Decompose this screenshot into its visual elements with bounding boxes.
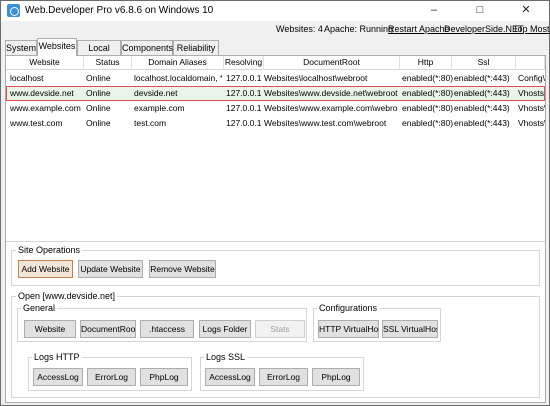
cell-http: enabled(*:80) [402, 88, 454, 98]
logs-ssl-group: Logs SSL AccessLog ErrorLog PhpLog [200, 352, 364, 391]
open-website-button[interactable]: Website [24, 320, 76, 338]
cell-website: www.devside.net [10, 88, 74, 98]
tab-system[interactable]: System [5, 40, 37, 55]
cell-website: www.test.com [10, 118, 63, 128]
open-stats-button: Stats [255, 320, 305, 338]
cell-resolving: 127.0.0.1 [226, 103, 262, 113]
cell-status: Online [86, 88, 111, 98]
site-operations-label: Site Operations [16, 245, 83, 255]
tab-websites[interactable]: Websites [37, 38, 77, 56]
http-virtualhost-button[interactable]: HTTP VirtualHost [318, 320, 379, 338]
logs-ssl-label: Logs SSL [204, 352, 248, 362]
tab-local-dns[interactable]: Local DNS [77, 40, 121, 67]
http-errorlog-button[interactable]: ErrorLog [87, 368, 136, 386]
configurations-group: Configurations HTTP VirtualHost SSL Virt… [313, 303, 441, 342]
http-phplog-button[interactable]: PhpLog [140, 368, 188, 386]
status-links-row: Websites: 4 Apache: Running Restart Apac… [1, 22, 550, 38]
window-title: Web.Developer Pro v6.8.6 on Windows 10 [25, 5, 214, 16]
cell-ssl: enabled(*:443) [454, 103, 510, 113]
maximize-button[interactable]: □ [457, 1, 503, 21]
table-row[interactable]: www.test.com Online test.com 127.0.0.1 W… [6, 116, 545, 131]
cell-documentroot: Websites\www.devside.net\webroot [264, 88, 398, 98]
app-logo-icon [7, 4, 20, 17]
websites-panel: Website Status Domain Aliases Resolving … [5, 55, 546, 403]
configurations-label: Configurations [317, 303, 380, 313]
cell-status: Online [86, 118, 111, 128]
open-htaccess-button[interactable]: .htaccess [140, 320, 194, 338]
open-documentroot-button[interactable]: DocumentRoot [80, 320, 136, 338]
site-operations-group: Site Operations Add Website Update Websi… [11, 245, 540, 286]
restart-apache-link[interactable]: Restart Apache [388, 24, 450, 34]
ssl-phplog-button[interactable]: PhpLog [312, 368, 360, 386]
col-header-extra[interactable] [516, 56, 545, 70]
tab-components[interactable]: Components [121, 40, 173, 55]
col-header-http[interactable]: Http [400, 56, 452, 70]
cell-ssl: enabled(*:443) [454, 73, 510, 83]
open-logs-folder-button[interactable]: Logs Folder [199, 320, 251, 338]
remove-website-button[interactable]: Remove Website [149, 260, 216, 278]
cell-aliases: localhost.localdomain, * [134, 73, 222, 83]
col-header-documentroot[interactable]: DocumentRoot [264, 56, 400, 70]
cell-resolving: 127.0.0.1 [226, 73, 262, 83]
cell-aliases: example.com [134, 103, 185, 113]
col-header-website[interactable]: Website [6, 56, 84, 70]
tab-reliability[interactable]: Reliability [173, 40, 219, 55]
col-header-aliases[interactable]: Domain Aliases [132, 56, 224, 70]
cell-documentroot: Websites\localhost\webroot [264, 73, 368, 83]
add-website-button[interactable]: Add Website [18, 260, 73, 278]
cell-documentroot: Websites\www.test.com\webroot [264, 118, 387, 128]
ssl-virtualhost-button[interactable]: SSL VirtualHost [382, 320, 438, 338]
cell-website: www.example.com [10, 103, 81, 113]
developerside-link[interactable]: DeveloperSide.NET [444, 24, 524, 34]
col-header-resolving[interactable]: Resolving [224, 56, 264, 70]
table-row-selected[interactable]: www.devside.net Online devside.net 127.0… [6, 86, 545, 101]
cell-website: localhost [10, 73, 44, 83]
cell-extra: Vhosts\w [518, 88, 544, 98]
ssl-errorlog-button[interactable]: ErrorLog [259, 368, 308, 386]
cell-resolving: 127.0.0.1 [226, 118, 262, 128]
cell-extra: Vhosts\w [518, 103, 545, 113]
open-site-group: Open [www.devside.net] General Website D… [11, 291, 540, 398]
cell-documentroot: Websites\www.example.com\webroot [264, 103, 398, 113]
cell-aliases: devside.net [134, 88, 178, 98]
cell-ssl: enabled(*:443) [454, 118, 510, 128]
open-site-label: Open [www.devside.net] [16, 291, 118, 301]
table-row[interactable]: localhost Online localhost.localdomain, … [6, 71, 545, 86]
ssl-accesslog-button[interactable]: AccessLog [205, 368, 255, 386]
general-group: General Website DocumentRoot .htaccess L… [17, 303, 307, 342]
cell-resolving: 127.0.0.1 [226, 88, 262, 98]
http-accesslog-button[interactable]: AccessLog [33, 368, 83, 386]
cell-extra: Vhosts\w [518, 118, 545, 128]
websites-table: Website Status Domain Aliases Resolving … [6, 56, 545, 242]
websites-count: Websites: 4 [276, 24, 323, 34]
table-header: Website Status Domain Aliases Resolving … [6, 56, 545, 70]
general-label: General [21, 303, 58, 313]
top-most-link[interactable]: Top Most [513, 24, 550, 34]
col-header-ssl[interactable]: Ssl [452, 56, 516, 70]
logs-http-label: Logs HTTP [32, 352, 82, 362]
apache-status: Apache: Running [324, 24, 394, 34]
col-header-status[interactable]: Status [84, 56, 132, 70]
minimize-button[interactable]: – [411, 1, 457, 21]
cell-status: Online [86, 73, 111, 83]
cell-status: Online [86, 103, 111, 113]
cell-http: enabled(*:80) [402, 118, 454, 128]
app-window: Web.Developer Pro v6.8.6 on Windows 10 –… [0, 0, 550, 406]
table-row[interactable]: www.example.com Online example.com 127.0… [6, 101, 545, 116]
cell-http: enabled(*:80) [402, 73, 454, 83]
cell-ssl: enabled(*:443) [454, 88, 510, 98]
logs-http-group: Logs HTTP AccessLog ErrorLog PhpLog [28, 352, 192, 391]
cell-http: enabled(*:80) [402, 103, 454, 113]
cell-extra: Config\v [518, 73, 545, 83]
cell-aliases: test.com [134, 118, 167, 128]
title-bar: Web.Developer Pro v6.8.6 on Windows 10 –… [1, 1, 549, 21]
close-button[interactable]: ✕ [503, 1, 549, 21]
update-website-button[interactable]: Update Website [78, 260, 143, 278]
